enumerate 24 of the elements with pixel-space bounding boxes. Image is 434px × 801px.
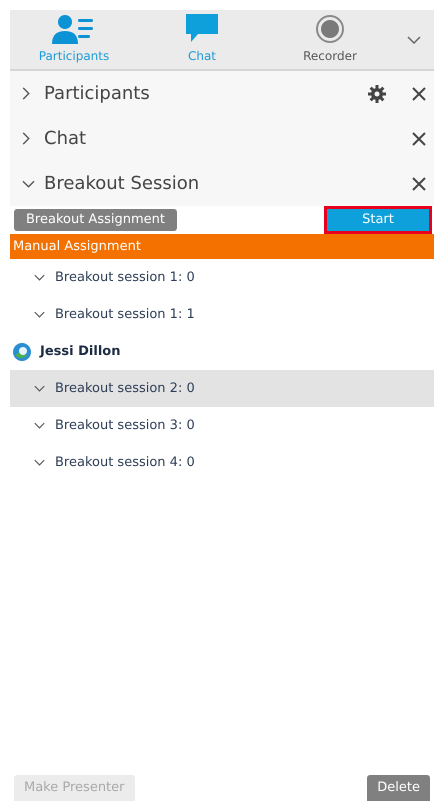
- section-title[interactable]: Breakout Session: [44, 170, 412, 197]
- settings-icon[interactable]: [368, 84, 386, 102]
- close-icon[interactable]: [412, 132, 426, 146]
- chevron-down-icon[interactable]: [34, 274, 45, 281]
- chat-bubble-icon: [186, 14, 218, 44]
- close-icon[interactable]: [412, 176, 426, 190]
- chevron-right-icon[interactable]: [22, 132, 30, 145]
- footer-button[interactable]: Delete: [367, 775, 430, 801]
- mode-banner: Manual Assignment: [10, 234, 434, 259]
- breakout-assignment-button[interactable]: Breakout Assignment: [14, 209, 177, 231]
- chevron-down-icon[interactable]: [34, 385, 45, 392]
- chevron-right-icon[interactable]: [22, 87, 30, 100]
- chevron-down-icon[interactable]: [407, 36, 421, 44]
- section-title[interactable]: Participants: [44, 80, 368, 107]
- chevron-down-icon[interactable]: [34, 459, 45, 466]
- record-icon: [315, 14, 345, 44]
- close-icon[interactable]: [412, 86, 426, 100]
- session-row[interactable]: Breakout session 2: 0: [10, 370, 434, 407]
- toolbar-tab[interactable]: Recorder: [266, 10, 394, 69]
- section-title[interactable]: Chat: [44, 125, 412, 152]
- chevron-down-icon[interactable]: [22, 180, 35, 188]
- chevron-down-icon[interactable]: [34, 422, 45, 429]
- chevron-down-icon[interactable]: [34, 311, 45, 318]
- user-status-icon: [13, 342, 31, 360]
